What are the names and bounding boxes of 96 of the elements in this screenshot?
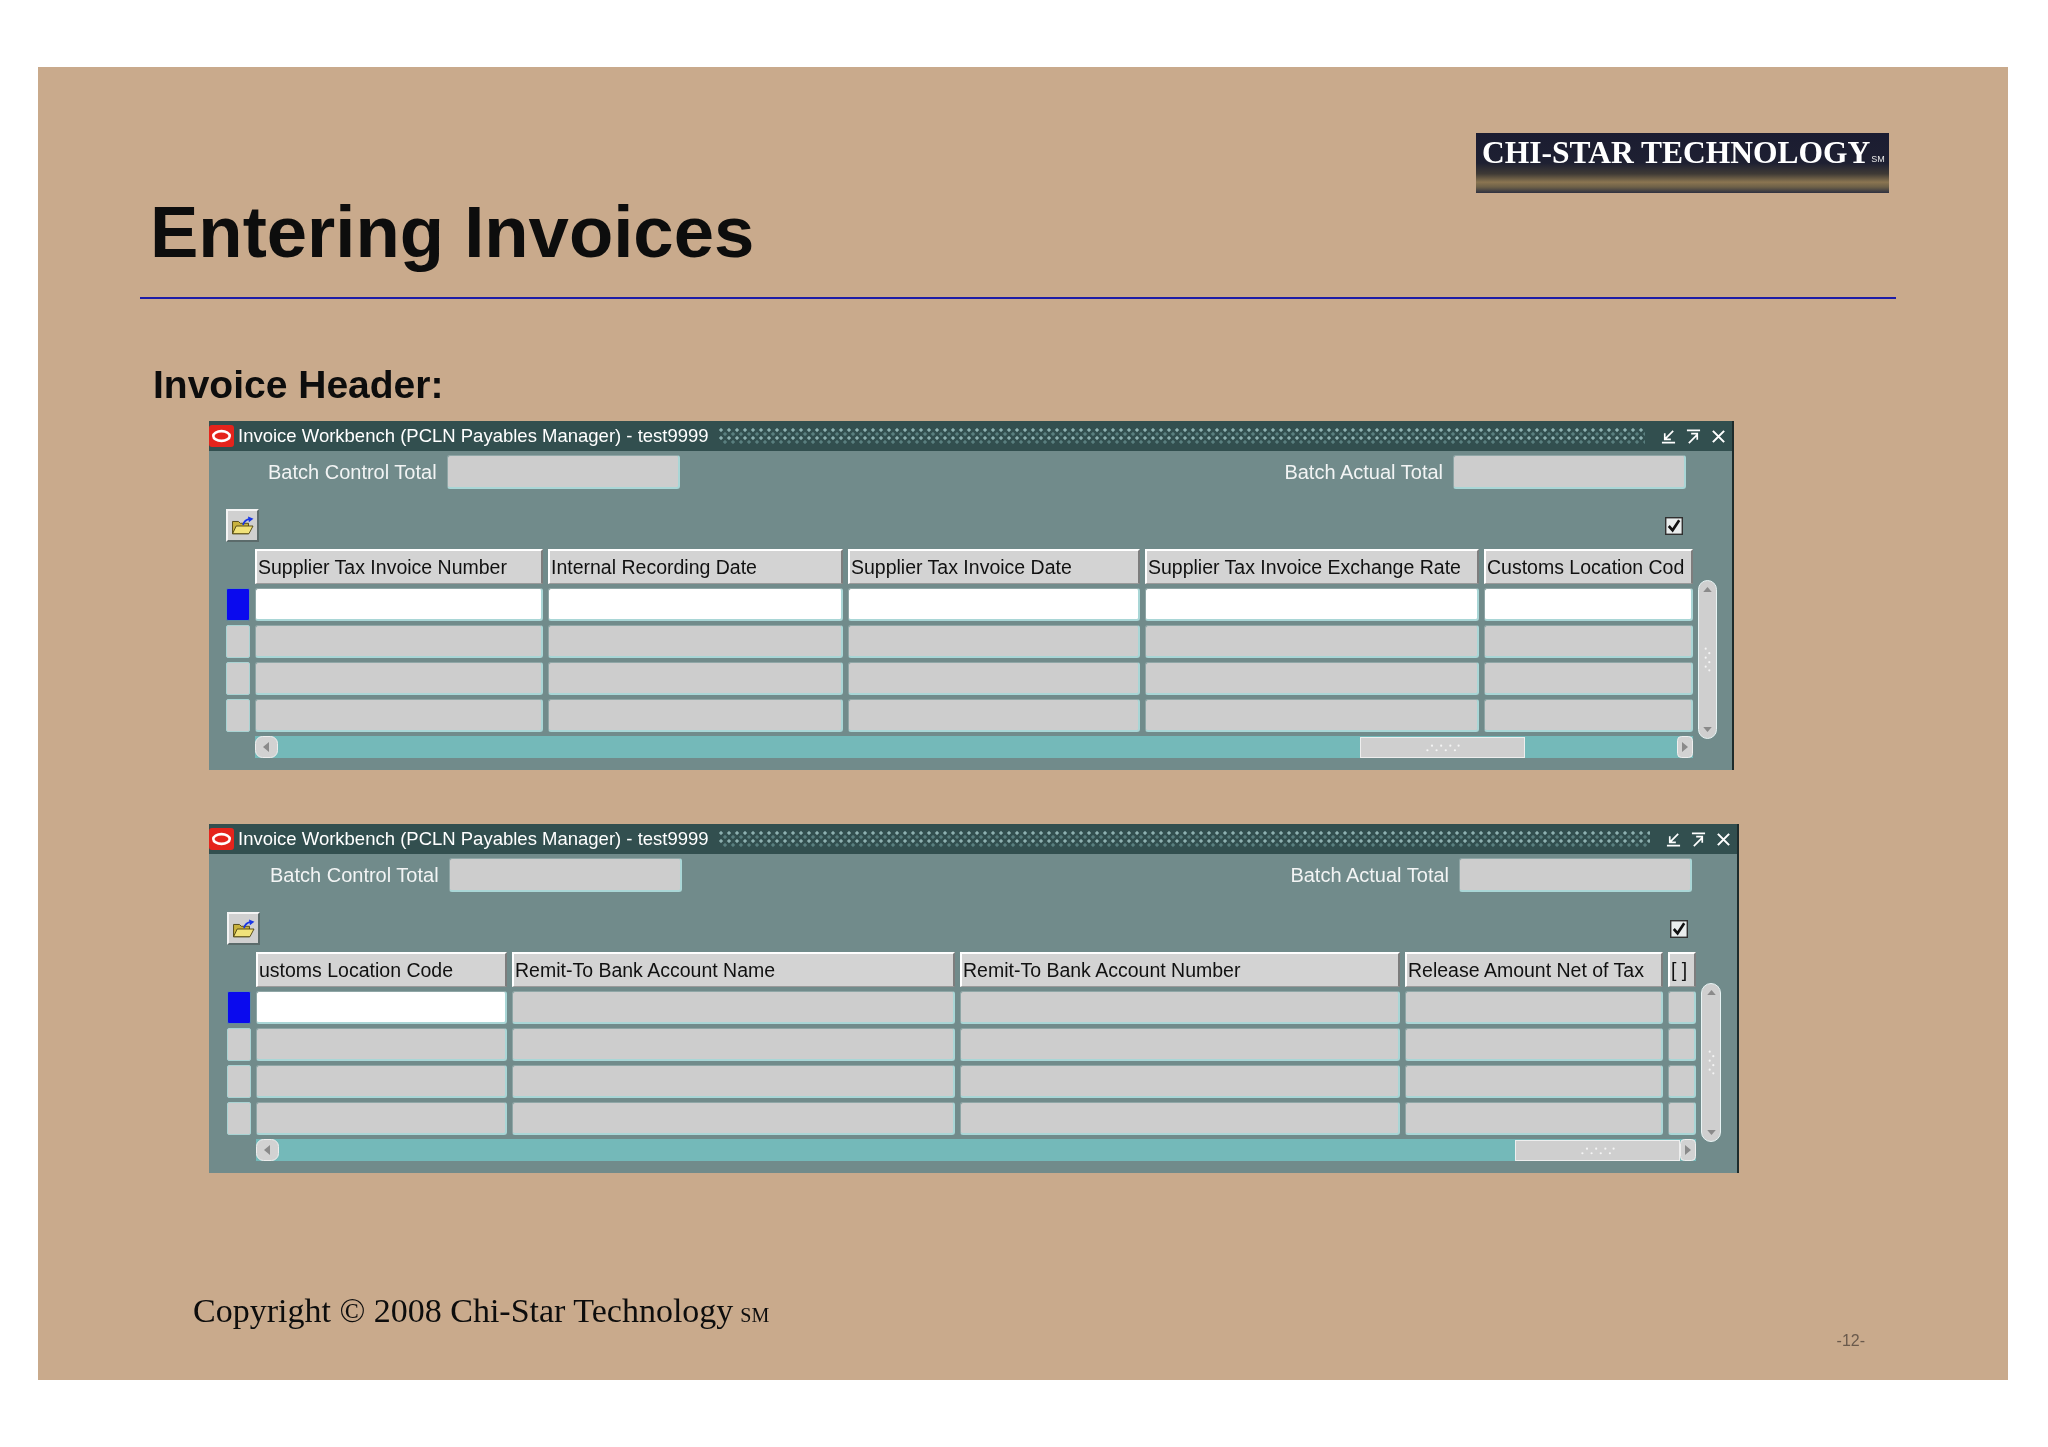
record-indicator[interactable] (227, 991, 251, 1024)
minimize-icon[interactable] (1666, 831, 1681, 847)
checkbox[interactable] (1665, 516, 1683, 535)
text-field[interactable] (446, 455, 680, 489)
text-field[interactable] (548, 699, 843, 732)
text-field[interactable] (1145, 625, 1479, 658)
column-header: Supplier Tax Invoice Exchange Rate (1145, 549, 1479, 584)
service-mark: SM (740, 1305, 770, 1325)
oval-logo-icon (209, 828, 234, 850)
text-field[interactable] (256, 1065, 507, 1098)
page-number: -12- (1836, 1333, 1865, 1349)
text-field[interactable] (448, 858, 682, 892)
text-field[interactable] (255, 625, 543, 658)
text-field[interactable] (255, 588, 543, 621)
text-field[interactable] (255, 662, 543, 695)
text-field[interactable] (1145, 588, 1479, 621)
service-mark: SM (1871, 155, 1885, 164)
text-field[interactable] (1453, 455, 1686, 489)
horizontal-scrollbar[interactable] (255, 736, 1693, 758)
text-field[interactable] (256, 1102, 507, 1135)
maximize-icon[interactable] (1691, 831, 1706, 847)
text-field[interactable] (848, 699, 1140, 732)
text-field[interactable] (1668, 1065, 1696, 1098)
minimize-icon[interactable] (1661, 428, 1676, 444)
text-field[interactable] (1484, 625, 1693, 658)
column-header: Release Amount Net of Tax (1405, 952, 1663, 987)
vertical-scrollbar[interactable] (1701, 983, 1721, 1142)
record-indicator[interactable] (226, 625, 250, 658)
text-field[interactable] (548, 588, 843, 621)
section-heading: Invoice Header: (153, 365, 444, 404)
field-label: Batch Control Total (270, 863, 439, 887)
record-indicator[interactable] (227, 1028, 251, 1061)
column-header: Supplier Tax Invoice Number (255, 549, 543, 584)
text-field[interactable] (1668, 1028, 1696, 1061)
text-field[interactable] (512, 1065, 955, 1098)
text-field[interactable] (1145, 662, 1479, 695)
text-field[interactable] (1405, 1028, 1663, 1061)
record-indicator[interactable] (227, 1065, 251, 1098)
copyright-text: Copyright © 2008 Chi-Star Technology (193, 1294, 734, 1328)
column-header: Remit-To Bank Account Name (512, 952, 955, 987)
column-header: ustoms Location Code (256, 952, 507, 987)
maximize-icon[interactable] (1686, 428, 1701, 444)
grip-icon (1706, 1049, 1716, 1076)
folder-icon (231, 918, 256, 939)
text-field[interactable] (960, 1065, 1400, 1098)
record-indicator[interactable] (226, 588, 250, 621)
close-icon[interactable] (1711, 428, 1726, 444)
checkbox[interactable] (1670, 919, 1688, 938)
column-header: Remit-To Bank Account Number (960, 952, 1400, 987)
text-field[interactable] (848, 625, 1140, 658)
text-field[interactable] (512, 1102, 955, 1135)
text-field[interactable] (548, 625, 843, 658)
text-field[interactable] (512, 1028, 955, 1061)
field-label: Batch Control Total (268, 460, 437, 484)
folder-button[interactable] (226, 509, 259, 542)
text-field[interactable] (1145, 699, 1479, 732)
vertical-scrollbar[interactable] (1698, 580, 1717, 739)
text-field[interactable] (1405, 991, 1663, 1024)
column-header: Customs Location Cod (1484, 549, 1693, 584)
record-indicator[interactable] (227, 1102, 251, 1135)
text-field[interactable] (1459, 858, 1692, 892)
field-label: Batch Actual Total (1284, 460, 1443, 484)
text-field[interactable] (1405, 1065, 1663, 1098)
folder-button[interactable] (227, 912, 260, 945)
text-field[interactable] (548, 662, 843, 695)
text-field[interactable] (1484, 699, 1693, 732)
text-field[interactable] (256, 1028, 507, 1061)
logo-text: CHI-STAR TECHNOLOGY (1482, 137, 1871, 169)
grip-icon (1703, 646, 1712, 673)
text-field[interactable] (960, 1028, 1400, 1061)
window-title: Invoice Workbench (PCLN Payables Manager) - test9999 (238, 425, 709, 447)
scrollbar-thumb[interactable] (1360, 736, 1525, 758)
text-field[interactable] (1405, 1102, 1663, 1135)
text-field[interactable] (512, 991, 955, 1024)
horizontal-scrollbar[interactable] (256, 1139, 1696, 1161)
scrollbar-thumb[interactable] (1515, 1139, 1680, 1161)
record-indicator[interactable] (226, 699, 250, 732)
close-icon[interactable] (1716, 831, 1731, 847)
text-field[interactable] (1484, 588, 1693, 621)
field-label: Batch Actual Total (1290, 863, 1449, 887)
folder-icon (230, 515, 255, 536)
text-field[interactable] (1668, 991, 1696, 1024)
text-field[interactable] (256, 991, 507, 1024)
window-title: Invoice Workbench (PCLN Payables Manager) - test9999 (238, 828, 709, 850)
text-field[interactable] (848, 588, 1140, 621)
column-header: Internal Recording Date (548, 549, 843, 584)
column-header: Supplier Tax Invoice Date (848, 549, 1140, 584)
text-field[interactable] (255, 699, 543, 732)
column-header: [ ] (1668, 952, 1696, 987)
oval-logo-icon (209, 425, 234, 447)
text-field[interactable] (848, 662, 1140, 695)
record-indicator[interactable] (226, 662, 250, 695)
text-field[interactable] (1668, 1102, 1696, 1135)
text-field[interactable] (960, 991, 1400, 1024)
text-field[interactable] (960, 1102, 1400, 1135)
text-field[interactable] (1484, 662, 1693, 695)
